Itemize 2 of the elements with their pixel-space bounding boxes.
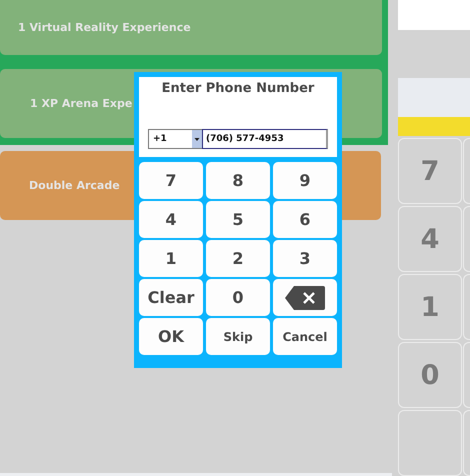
dialog-title: Enter Phone Number (162, 81, 314, 96)
country-code: +1 (152, 134, 167, 144)
